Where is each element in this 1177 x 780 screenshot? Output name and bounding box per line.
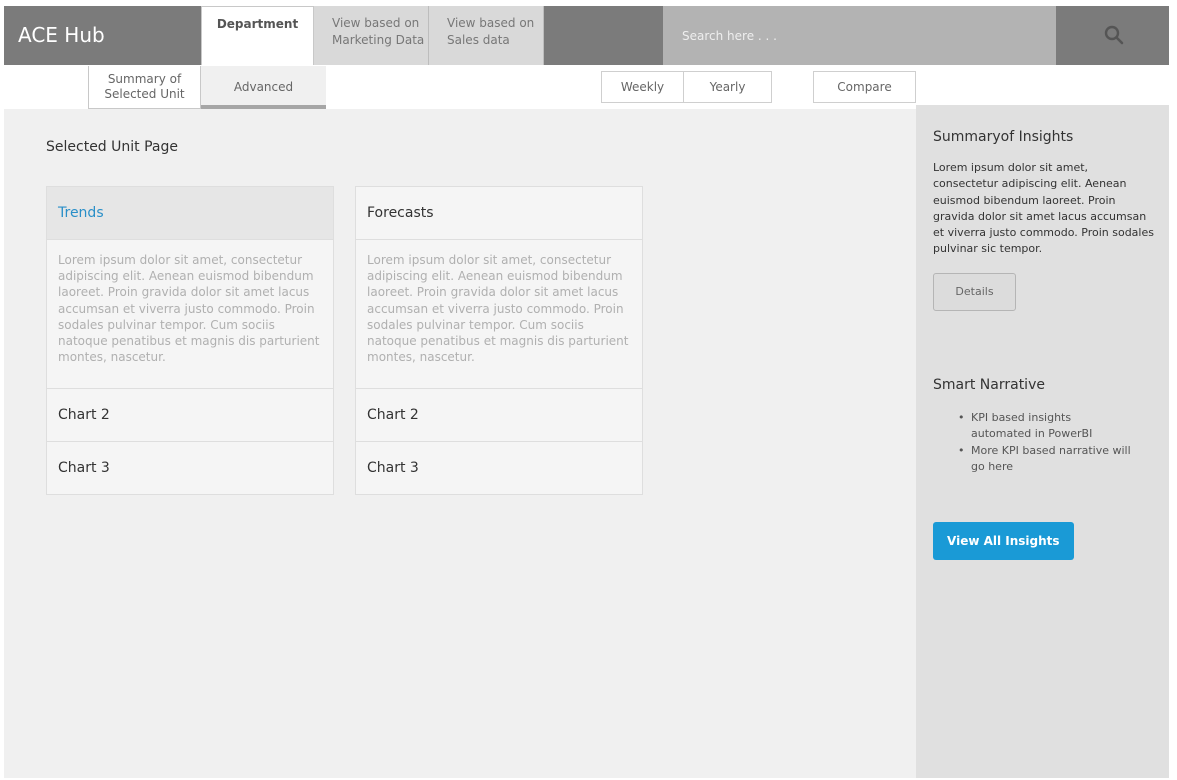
weekly-button[interactable]: Weekly (601, 71, 684, 103)
forecasts-chart-2[interactable]: Chart 2 (356, 389, 642, 442)
trends-chart-3[interactable]: Chart 3 (47, 442, 333, 495)
subtab-summary-line2: Selected Unit (104, 87, 185, 101)
subtab-advanced[interactable]: Advanced (201, 66, 326, 109)
search-icon (1104, 25, 1124, 45)
tab-marketing-data[interactable]: View based on Marketing Data (314, 6, 429, 65)
subtab-summary-selected-unit[interactable]: Summary of Selected Unit (88, 66, 201, 109)
smart-narrative-title: Smart Narrative (933, 377, 1045, 393)
view-all-insights-button[interactable]: View All Insights (933, 522, 1074, 560)
forecasts-chart-3[interactable]: Chart 3 (356, 442, 642, 495)
tab-sales-label-line1: View based on (447, 16, 535, 30)
tab-sales-data[interactable]: View based on Sales data (429, 6, 544, 65)
yearly-button[interactable]: Yearly (683, 71, 772, 103)
trends-card-body: Lorem ipsum dolor sit amet, consectetur … (47, 240, 333, 389)
forecasts-card-header[interactable]: Forecasts (356, 187, 642, 240)
details-button[interactable]: Details (933, 273, 1016, 311)
trends-card-header[interactable]: Trends (47, 187, 333, 240)
summary-insights-title: Summaryof Insights (933, 129, 1074, 145)
list-item: KPI based insights automated in PowerBI (933, 410, 1133, 443)
tab-sales-label-line2: Sales data (447, 33, 510, 47)
tab-department[interactable]: Department (201, 6, 314, 65)
subtab-summary-line1: Summary of (107, 72, 182, 86)
search-input[interactable] (663, 6, 1056, 65)
list-item: More KPI based narrative will go here (933, 443, 1133, 476)
compare-button[interactable]: Compare (813, 71, 916, 103)
main-content: Selected Unit Page Trends Lorem ipsum do… (4, 109, 916, 778)
app-title: ACE Hub (4, 6, 201, 65)
trends-card: Trends Lorem ipsum dolor sit amet, conse… (46, 186, 334, 495)
forecasts-card-body: Lorem ipsum dolor sit amet, consectetur … (356, 240, 642, 389)
tab-department-label: Department (216, 17, 299, 31)
trends-chart-2[interactable]: Chart 2 (47, 389, 333, 442)
page-title: Selected Unit Page (46, 139, 178, 155)
tab-marketing-label-line2: Marketing Data (332, 33, 425, 47)
topbar-spacer (544, 6, 663, 65)
smart-narrative-list: KPI based insights automated in PowerBI … (933, 410, 1133, 475)
search-button[interactable] (1056, 6, 1169, 65)
forecasts-card: Forecasts Lorem ipsum dolor sit amet, co… (355, 186, 643, 495)
summary-insights-text: Lorem ipsum dolor sit amet, consectetur … (933, 161, 1154, 256)
top-bar: ACE Hub Department View based on Marketi… (4, 6, 1169, 65)
insights-panel: Summaryof Insights Lorem ipsum dolor sit… (916, 105, 1169, 778)
tab-marketing-label-line1: View based on (332, 16, 420, 30)
